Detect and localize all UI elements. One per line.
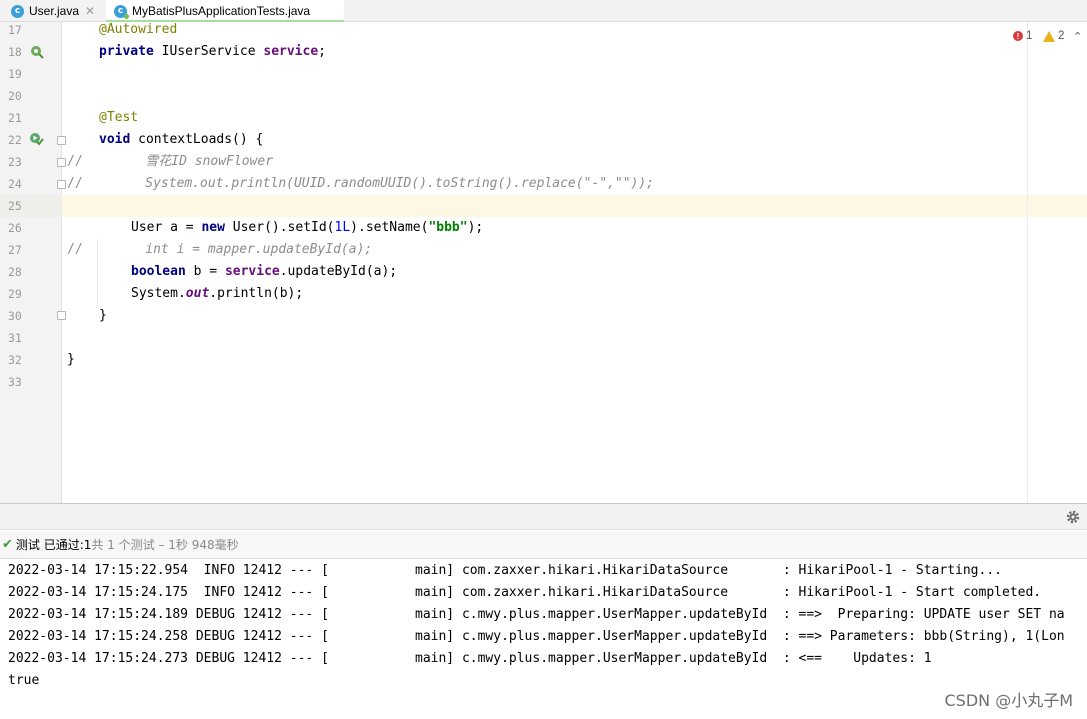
code-line-32: }: [67, 352, 75, 367]
line-number: 29: [8, 287, 22, 301]
line-number: 31: [8, 331, 22, 345]
keyword: void: [99, 132, 131, 147]
comment-prefix: //: [67, 176, 83, 191]
right-margin-guide: [1027, 22, 1028, 503]
line-number: 22: [8, 133, 22, 147]
line-number: 25: [8, 199, 22, 213]
line-number: 32: [8, 353, 22, 367]
class-c-icon: c: [11, 4, 24, 18]
line-number: 19: [8, 67, 22, 81]
fold-icon[interactable]: [57, 136, 66, 145]
line-number: 30: [8, 309, 22, 323]
code-line-30: }: [99, 308, 107, 323]
comment-prefix: //: [67, 154, 83, 169]
type-name: IUserService: [153, 44, 264, 59]
code-line-29: System.out.println(b);: [131, 283, 303, 305]
code-line-21: @Test: [99, 107, 138, 129]
check-icon: ✔: [2, 537, 13, 552]
keyword: private: [99, 44, 154, 59]
console-line: 2022-03-14 17:15:24.273 DEBUG 12412 --- …: [8, 651, 932, 666]
field-name: service: [224, 264, 280, 279]
console-line: true: [8, 673, 40, 688]
error-icon: !: [1013, 31, 1023, 41]
line-number: 26: [8, 221, 22, 235]
comment-text: int i = mapper.updateById(a);: [82, 242, 373, 257]
keyword: new: [201, 220, 225, 235]
line-number: 23: [8, 155, 22, 169]
line-number: 27: [8, 243, 22, 257]
code-text: .println(b);: [209, 286, 304, 301]
test-status-label: 测试 已通过:: [15, 538, 84, 552]
run-test-icon[interactable]: [29, 132, 44, 147]
annotation: @Autowired: [99, 22, 178, 37]
method-signature: contextLoads() {: [130, 132, 264, 147]
code-line-22: void contextLoads() {: [99, 129, 263, 151]
code-text: User().setId(: [224, 220, 335, 235]
string-literal: "bbb": [428, 220, 468, 235]
code-text: User a =: [131, 220, 202, 235]
test-duration: 共 1 个测试 – 1秒 948毫秒: [91, 538, 239, 552]
console-line: 2022-03-14 17:15:24.175 INFO 12412 --- […: [8, 585, 1042, 600]
watermark: CSDN @小丸子M: [944, 691, 1073, 710]
punctuation: ;: [318, 44, 326, 59]
line-number: 28: [8, 265, 22, 279]
run-panel-toolbar: [0, 504, 1087, 530]
class-c-icon: c: [114, 4, 129, 19]
errors-indicator[interactable]: ! 1: [1013, 29, 1032, 43]
code-text: ).setName(: [350, 220, 429, 235]
fold-icon[interactable]: [57, 180, 66, 189]
code-text: .updateById(a);: [279, 264, 398, 279]
line-number: 18: [8, 45, 22, 59]
line-number: 21: [8, 111, 22, 125]
tests-passed-count: 1: [83, 537, 92, 552]
number-literal: 1L: [334, 220, 351, 235]
code-line-27: // int i = mapper.updateById(a);: [67, 239, 372, 261]
line-number: 20: [8, 89, 22, 103]
line-number: 17: [8, 23, 22, 37]
comment-text: 雪花ID snowFlower: [82, 154, 274, 169]
code-line-26: User a = new User().setId(1L).setName("b…: [131, 217, 483, 239]
keyword: boolean: [131, 264, 186, 279]
code-line-28: boolean b = service.updateById(a);: [131, 261, 397, 283]
comment-prefix: //: [67, 242, 83, 257]
code-line-24: // System.out.println(UUID.randomUUID().…: [67, 173, 654, 195]
line-number: 24: [8, 177, 22, 191]
field-name: service: [263, 44, 319, 59]
error-count: 1: [1026, 30, 1033, 42]
fold-icon[interactable]: [57, 158, 66, 167]
annotation: @Test: [99, 110, 139, 125]
line-number: 33: [8, 375, 22, 389]
close-icon[interactable]: ✕: [85, 4, 95, 18]
gear-icon[interactable]: [1065, 509, 1081, 525]
code-line-18: private IUserService service;: [99, 41, 326, 63]
tab-label: MyBatisPlusApplicationTests.java: [132, 4, 311, 18]
code-line-23: // 雪花ID snowFlower: [67, 151, 273, 173]
code-text: System.: [131, 286, 186, 301]
console-line: 2022-03-14 17:15:22.954 INFO 12412 --- […: [8, 563, 1002, 578]
tab-label: User.java: [29, 4, 80, 18]
code-text: b =: [185, 264, 225, 279]
warnings-indicator[interactable]: 2: [1043, 29, 1064, 43]
comment-text: System.out.println(UUID.randomUUID().toS…: [82, 176, 655, 191]
code-line-17: @Autowired: [99, 19, 177, 41]
console-output[interactable]: 2022-03-14 17:15:22.954 INFO 12412 --- […: [0, 560, 1087, 719]
static-field: out: [185, 286, 210, 301]
fold-icon[interactable]: [57, 311, 66, 320]
warning-icon: [1043, 30, 1055, 42]
code-editor[interactable]: 17 18 19 20 21 22 23 24 25 26 27 28 29 3…: [0, 22, 1087, 503]
console-line: 2022-03-14 17:15:24.189 DEBUG 12412 --- …: [8, 607, 1065, 622]
warning-count: 2: [1058, 30, 1065, 42]
bean-navigation-icon[interactable]: [29, 44, 44, 59]
code-text: );: [467, 220, 484, 235]
test-status-bar: ✔ 测试 已通过: 1 共 1 个测试 – 1秒 948毫秒: [0, 531, 1087, 559]
chevron-up-icon[interactable]: ⌃: [1073, 29, 1082, 43]
console-line: 2022-03-14 17:15:24.258 DEBUG 12412 --- …: [8, 629, 1065, 644]
current-line-highlight: [62, 195, 1087, 217]
